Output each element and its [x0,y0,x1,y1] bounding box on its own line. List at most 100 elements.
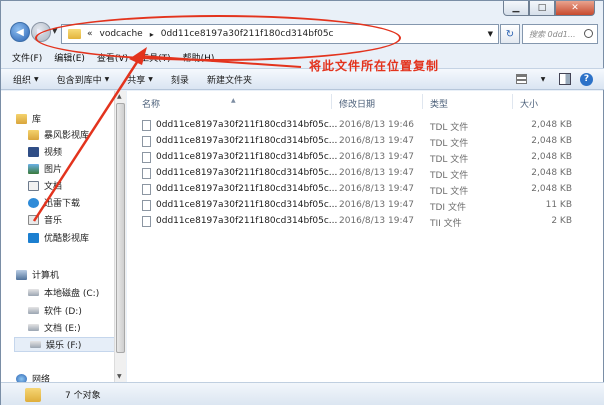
nav-item-label: 文档 (E:) [44,324,81,334]
file-name: 0dd11ce8197a30f211f180cd314bf05c... [156,168,338,178]
nav-drive-f[interactable]: 娱乐 (F:) [14,337,122,352]
file-type: TII 文件 [430,219,462,229]
menu-edit[interactable]: 编辑(E) [54,51,85,67]
nav-network[interactable]: 网络 [16,371,50,382]
file-icon [142,120,151,131]
nav-item-label: 软件 (D:) [44,307,82,317]
file-date: 2016/8/13 19:47 [339,216,414,226]
nav-item-label: 音乐 [44,216,63,226]
address-dropdown-button[interactable]: ▼ [488,30,493,38]
include-in-library-button[interactable]: 包含到库中 ▼ [57,73,110,86]
menu-help[interactable]: 帮助(H) [183,51,215,67]
change-view-button[interactable] [514,72,528,86]
scroll-up-icon[interactable]: ▲ [117,93,122,100]
menu-bar: 文件(F) 编辑(E) 查看(V) 工具(T) 帮助(H) [1,51,604,67]
search-placeholder: 搜索 0dd1... [529,29,576,39]
nav-item-music[interactable]: 音乐 [28,212,62,227]
nav-computer[interactable]: 计算机 [16,267,59,282]
file-row[interactable]: 0dd11ce8197a30f211f180cd314bf05c... 2016… [127,134,603,149]
column-divider[interactable] [512,94,513,109]
file-row[interactable]: 0dd11ce8197a30f211f180cd314bf05c... 2016… [127,182,603,197]
view-list-icon [515,74,527,84]
nav-library[interactable]: 库 [16,111,41,126]
file-row[interactable]: 0dd11ce8197a30f211f180cd314bf05c... 2016… [127,118,603,133]
nav-item-pictures[interactable]: 图片 [28,161,62,176]
explorer-window: ▁ □ ✕ ◀ ▶ ▼ « vodcache ▸ 0dd11ce8197a30f… [0,0,604,405]
nav-drive-c[interactable]: 本地磁盘 (C:) [28,285,99,300]
share-button[interactable]: 共享 ▼ [127,73,153,86]
close-button[interactable]: ✕ [555,1,595,16]
column-header-name[interactable]: 名称 [142,97,160,110]
refresh-button[interactable]: ↻ [500,24,520,44]
preview-pane-button[interactable] [558,72,572,86]
file-icon [142,184,151,195]
breadcrumb-overflow[interactable]: « [87,29,93,39]
arrow-right-icon: ▶ [37,26,45,38]
column-header-date[interactable]: 修改日期 [339,97,375,110]
burn-button[interactable]: 刻录 [171,73,189,86]
nav-item-xunlei[interactable]: 迅雷下载 [28,195,80,210]
navigation-pane: 库 暴风影视库 视频 图片 文档 迅雷下载 音乐 优酷影视库 计算机 本地磁盘 … [1,91,126,382]
back-button[interactable]: ◀ [10,22,30,42]
column-header-size[interactable]: 大小 [520,97,538,110]
file-date: 2016/8/13 19:47 [339,184,414,194]
nav-computer-label: 计算机 [32,271,60,281]
scrollbar-thumb[interactable] [116,103,125,353]
file-row[interactable]: 0dd11ce8197a30f211f180cd314bf05c... 2016… [127,214,603,229]
share-label: 共享 [127,75,146,86]
file-row[interactable]: 0dd11ce8197a30f211f180cd314bf05c... 2016… [127,150,603,165]
organize-button[interactable]: 组织 ▼ [13,73,39,86]
music-icon [28,214,39,225]
forward-button[interactable]: ▶ [31,22,51,42]
command-bar: 组织 ▼ 包含到库中 ▼ 共享 ▼ 刻录 新建文件夹 ▼ ? [1,68,604,90]
nav-drive-d[interactable]: 软件 (D:) [28,303,82,318]
file-date: 2016/8/13 19:47 [339,200,414,210]
column-divider[interactable] [422,94,423,109]
breadcrumb-vodcache[interactable]: vodcache [100,29,143,39]
file-name: 0dd11ce8197a30f211f180cd314bf05c... [156,120,338,130]
file-type: TDL 文件 [430,155,469,165]
include-in-library-label: 包含到库中 [56,75,102,86]
menu-view[interactable]: 查看(V) [97,51,128,67]
file-type: TDL 文件 [430,123,469,133]
help-button[interactable]: ? [580,72,593,86]
nav-item-label: 娱乐 (F:) [46,341,82,351]
chevron-down-icon: ▼ [148,75,153,83]
file-list: ▲ 名称 修改日期 类型 大小 0dd11ce8197a30f211f180cd… [127,91,603,382]
file-type: TDL 文件 [430,171,469,181]
maximize-button[interactable]: □ [529,1,555,16]
file-size: 2,048 KB [531,136,572,146]
nav-item-label: 视频 [44,148,63,158]
nav-item-documents[interactable]: 文档 [28,178,62,193]
file-type: TDL 文件 [430,187,469,197]
nav-item-baofeng[interactable]: 暴风影视库 [28,127,89,142]
address-bar[interactable]: « vodcache ▸ 0dd11ce8197a30f211f180cd314… [61,24,499,44]
sort-ascending-icon: ▲ [231,97,236,104]
column-header-type[interactable]: 类型 [430,97,448,110]
file-date: 2016/8/13 19:46 [339,120,414,130]
file-row[interactable]: 0dd11ce8197a30f211f180cd314bf05c... 2016… [127,166,603,181]
file-row[interactable]: 0dd11ce8197a30f211f180cd314bf05c... 2016… [127,198,603,213]
minimize-button[interactable]: ▁ [503,1,529,16]
search-input[interactable]: 搜索 0dd1... [522,24,598,44]
column-divider[interactable] [331,94,332,109]
menu-file[interactable]: 文件(F) [12,51,42,67]
new-folder-button[interactable]: 新建文件夹 [207,73,252,86]
burn-label: 刻录 [170,75,189,86]
nav-item-youku[interactable]: 优酷影视库 [28,230,89,245]
chevron-down-icon: ▼ [34,75,39,83]
file-size: 11 KB [545,200,572,210]
folder-icon [25,387,41,402]
recent-pages-dropdown[interactable]: ▼ [52,27,57,35]
breadcrumb-separator[interactable]: ▸ [150,30,154,39]
view-options-dropdown[interactable]: ▼ [536,72,550,86]
file-type: TDI 文件 [430,203,466,213]
menu-tools[interactable]: 工具(T) [140,51,171,67]
nav-network-label: 网络 [32,375,51,382]
nav-drive-e[interactable]: 文档 (E:) [28,320,81,335]
file-name: 0dd11ce8197a30f211f180cd314bf05c... [156,200,338,210]
nav-scrollbar[interactable]: ▲ ▼ [114,91,126,382]
scroll-down-icon[interactable]: ▼ [117,373,122,380]
nav-item-videos[interactable]: 视频 [28,144,62,159]
breadcrumb-current-folder[interactable]: 0dd11ce8197a30f211f180cd314bf05c [161,29,334,39]
